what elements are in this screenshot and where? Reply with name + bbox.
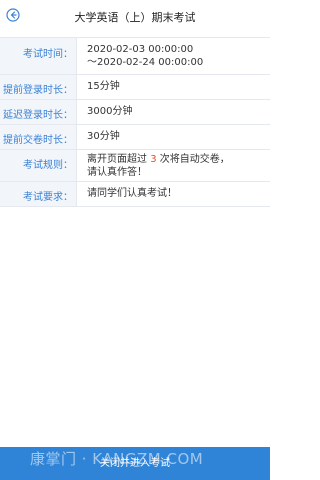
early-submit-label: 提前交卷时长： [0, 125, 77, 149]
exam-time-label: 考试时间： [0, 38, 77, 74]
exam-time-end: ～2020-02-24 00:00:00 [87, 57, 204, 68]
requirement-value: 请同学们认真考试！ [87, 188, 177, 199]
rules-text-2: 次将自动交卷， [156, 154, 230, 165]
header: 大学英语（上）期末考试 [0, 0, 270, 36]
info-row-rules: 考试规则： 离开页面超过 3 次将自动交卷， 请认真作答！ [0, 150, 270, 182]
rules-value: 离开页面超过 3 次将自动交卷， 请认真作答！ [77, 150, 270, 181]
exam-time-start: 2020-02-03 00:00:00 [87, 44, 194, 55]
exam-time-value: 2020-02-03 00:00:00 ～2020-02-24 00:00:00 [77, 38, 270, 74]
close-and-enter-exam-button[interactable]: 关闭并进入考试 [0, 447, 270, 480]
requirement-label: 考试要求： [0, 182, 77, 206]
info-row-requirement: 考试要求： 请同学们认真考试！ [0, 182, 270, 207]
early-login-label: 提前登录时长： [0, 75, 77, 99]
early-submit-value: 30分钟 [87, 131, 120, 142]
rules-text-1: 离开页面超过 [87, 154, 151, 165]
exam-info-table: 考试时间： 2020-02-03 00:00:00 ～2020-02-24 00… [0, 37, 270, 207]
info-row-exam-time: 考试时间： 2020-02-03 00:00:00 ～2020-02-24 00… [0, 38, 270, 75]
rules-line-2: 请认真作答！ [87, 167, 147, 178]
info-row-late-login: 延迟登录时长： 3000分钟 [0, 100, 270, 125]
late-login-value: 3000分钟 [87, 106, 133, 117]
rules-line-1: 离开页面超过 3 次将自动交卷， [87, 153, 270, 166]
rules-label: 考试规则： [0, 150, 77, 181]
page-title: 大学英语（上）期末考试 [74, 11, 196, 24]
late-login-label: 延迟登录时长： [0, 100, 77, 124]
early-login-value: 15分钟 [87, 81, 120, 92]
info-row-early-submit: 提前交卷时长： 30分钟 [0, 125, 270, 150]
info-row-early-login: 提前登录时长： 15分钟 [0, 75, 270, 100]
